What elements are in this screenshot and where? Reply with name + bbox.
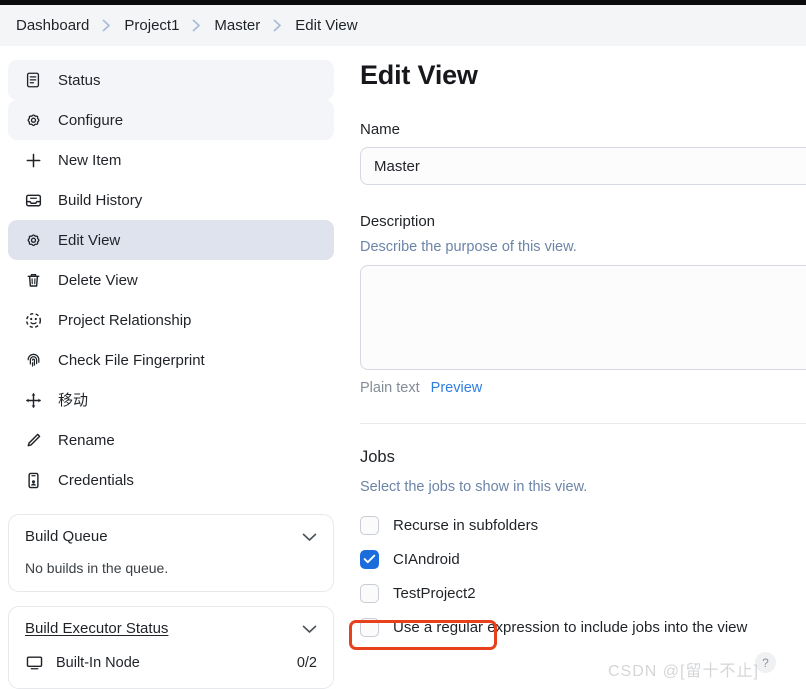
breadcrumb-item-dashboard[interactable]: Dashboard <box>12 15 93 36</box>
sidebar-item-project-relationship[interactable]: Project Relationship <box>8 300 334 340</box>
computer-icon <box>25 653 45 673</box>
checkbox-label: CIAndroid <box>393 550 460 568</box>
checkbox-box[interactable] <box>360 549 379 569</box>
sidebar-nav-list: Status Configure New Item Build History <box>8 60 334 500</box>
build-executor-status-title[interactable]: Build Executor Status <box>25 620 168 637</box>
chevron-down-icon[interactable] <box>302 532 317 542</box>
build-executor-status-header[interactable]: Build Executor Status <box>25 620 317 637</box>
sidebar-item-label: Edit View <box>58 231 121 249</box>
preview-button[interactable]: Preview <box>431 380 483 396</box>
sidebar-item-edit-view[interactable]: Edit View <box>8 220 334 260</box>
sidebar-item-label: Project Relationship <box>58 311 192 329</box>
section-divider <box>360 423 806 424</box>
executor-count: 0/2 <box>296 655 317 671</box>
gear-icon <box>22 109 44 131</box>
description-help: Describe the purpose of this view. <box>360 239 577 255</box>
breadcrumb-item-master[interactable]: Master <box>210 15 264 36</box>
sidebar-item-rename[interactable]: Rename <box>8 420 334 460</box>
plain-text-button[interactable]: Plain text <box>360 380 420 396</box>
sidebar-item-move[interactable]: 移动 <box>8 380 334 420</box>
checkbox-use-regular-expression[interactable]: Use a regular expression to include jobs… <box>360 612 806 642</box>
credentials-icon <box>22 469 44 491</box>
sidebar-item-label: Status <box>58 71 101 89</box>
checkbox-box[interactable] <box>360 515 379 535</box>
sidebar-item-label: Credentials <box>58 471 134 489</box>
view-description-textarea[interactable] <box>360 265 806 370</box>
description-mode-row: Plain text Preview <box>360 380 806 396</box>
checkbox-recurse-in-subfolders[interactable]: Recurse in subfolders <box>360 510 806 540</box>
checkbox-label: Recurse in subfolders <box>393 516 539 534</box>
description-label: Description <box>360 213 436 230</box>
chevron-right-icon <box>273 19 282 32</box>
sidebar-item-credentials[interactable]: Credentials <box>8 460 334 500</box>
sidebar-item-label: Build History <box>58 191 143 209</box>
view-name-input[interactable] <box>360 147 806 185</box>
build-queue-empty-text: No builds in the queue. <box>25 560 169 576</box>
checkbox-label: TestProject2 <box>393 584 476 602</box>
sidebar-item-status[interactable]: Status <box>8 60 334 100</box>
sidebar-item-label: Configure <box>58 111 124 129</box>
sidebar-item-label: Rename <box>58 431 115 449</box>
plus-icon <box>22 149 44 171</box>
sidebar-item-label: 移动 <box>58 391 89 409</box>
sidebar-item-new-item[interactable]: New Item <box>8 140 334 180</box>
breadcrumb-item-edit-view[interactable]: Edit View <box>291 15 361 36</box>
jobs-section-title: Jobs <box>360 448 395 466</box>
sidebar-item-build-history[interactable]: Build History <box>8 180 334 220</box>
executor-row[interactable]: Built-In Node 0/2 <box>25 653 317 673</box>
gear-icon <box>22 229 44 251</box>
watermark: CSDN @[留十不止] <box>608 663 759 680</box>
sidebar-item-label: Delete View <box>58 271 138 289</box>
sidebar-item-configure[interactable]: Configure <box>8 100 334 140</box>
sidebar-item-delete-view[interactable]: Delete View <box>8 260 334 300</box>
sidebar: Status Configure New Item Build History <box>8 60 334 689</box>
sidebar-item-label: New Item <box>58 151 122 169</box>
breadcrumb-item-project1[interactable]: Project1 <box>120 15 183 36</box>
chevron-down-icon[interactable] <box>302 624 317 634</box>
inbox-icon <box>22 189 44 211</box>
main-content: Edit View Name Description Describe the … <box>360 60 806 642</box>
chevron-right-icon <box>102 19 111 32</box>
executor-label: Built-In Node <box>56 655 140 671</box>
jenkins-edit-view-page: Dashboard Project1 Master Edit View Stat… <box>0 0 806 689</box>
sidebar-item-check-file-fingerprint[interactable]: Check File Fingerprint <box>8 340 334 380</box>
name-label: Name <box>360 121 401 138</box>
checkbox-box[interactable] <box>360 583 379 603</box>
chevron-right-icon <box>192 19 201 32</box>
checkbox-label: Use a regular expression to include jobs… <box>393 618 748 636</box>
build-queue-panel: Build Queue No builds in the queue. <box>8 514 334 592</box>
page-title: Edit View <box>360 60 478 90</box>
checkbox-testproject2[interactable]: TestProject2 <box>360 578 806 608</box>
relationship-icon <box>22 309 44 331</box>
build-queue-title: Build Queue <box>25 528 108 545</box>
breadcrumb: Dashboard Project1 Master Edit View <box>0 5 806 46</box>
checkbox-ciandroid[interactable]: CIAndroid <box>360 544 806 574</box>
pencil-icon <box>22 429 44 451</box>
jobs-section-help: Select the jobs to show in this view. <box>360 479 588 495</box>
document-icon <box>22 69 44 91</box>
trash-icon <box>22 269 44 291</box>
sidebar-item-label: Check File Fingerprint <box>58 351 205 369</box>
fingerprint-icon <box>22 349 44 371</box>
build-executor-status-panel: Build Executor Status Built-In Node 0/2 <box>8 606 334 689</box>
build-queue-header[interactable]: Build Queue <box>25 528 317 545</box>
move-icon <box>22 389 44 411</box>
checkbox-box[interactable] <box>360 617 379 637</box>
